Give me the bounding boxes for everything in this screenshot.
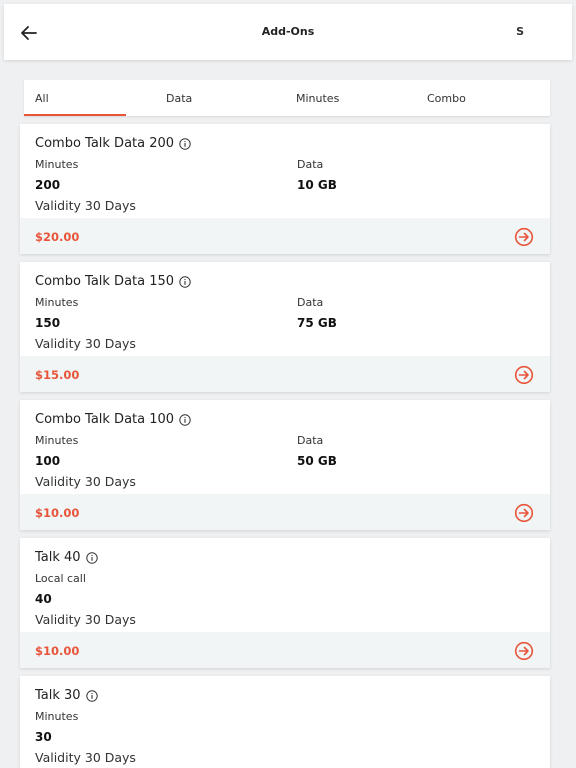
addon-title: Combo Talk Data 100: [35, 412, 191, 427]
info-icon[interactable]: [85, 689, 98, 702]
card-footer: $15.00: [20, 356, 550, 392]
tab-all[interactable]: All: [24, 80, 126, 116]
tab-label: Data: [166, 92, 193, 105]
minutes-value: 150: [35, 316, 61, 330]
addon-card[interactable]: Combo Talk Data 150 Minutes 150 Data 75 …: [20, 262, 550, 392]
validity-text: Validity 30 Days: [35, 612, 136, 627]
tab-label: Minutes: [296, 92, 340, 105]
addon-card[interactable]: Combo Talk Data 200 Minutes 200 Data 10 …: [20, 124, 550, 254]
validity-text: Validity 30 Days: [35, 474, 136, 489]
addon-title: Combo Talk Data 200: [35, 136, 191, 151]
filter-tabs: All Data Minutes Combo: [24, 80, 550, 116]
data-label: Data: [297, 296, 324, 309]
validity-text: Validity 30 Days: [35, 336, 136, 351]
addon-title-text: Talk 40: [35, 550, 81, 565]
validity-text: Validity 30 Days: [35, 198, 136, 213]
data-value: 50 GB: [297, 454, 337, 468]
addon-title-text: Combo Talk Data 150: [35, 274, 175, 289]
addon-title-text: Talk 30: [35, 688, 81, 703]
header-right-text[interactable]: S: [516, 25, 524, 38]
tab-label: Combo: [427, 92, 466, 105]
minutes-label: Minutes: [35, 434, 79, 447]
validity-text: Validity 30 Days: [35, 750, 136, 765]
minutes-label: Minutes: [35, 296, 79, 309]
tab-minutes[interactable]: Minutes: [284, 80, 394, 116]
data-value: 75 GB: [297, 316, 337, 330]
arrow-right-circle-icon[interactable]: [514, 503, 534, 523]
page-title: Add-Ons: [261, 25, 315, 38]
minutes-value: 200: [35, 178, 61, 192]
card-footer: $10.00: [20, 494, 550, 530]
addon-title: Combo Talk Data 150: [35, 274, 191, 289]
app-header: Add-Ons S: [4, 4, 572, 60]
addon-card[interactable]: Talk 30 Minutes 30 Validity 30 Days: [20, 676, 550, 768]
price: $10.00: [35, 506, 80, 520]
minutes-label: Minutes: [35, 158, 79, 171]
price: $20.00: [35, 230, 80, 244]
local-call-value: 40: [35, 592, 52, 606]
info-icon[interactable]: [85, 551, 98, 564]
minutes-value: 100: [35, 454, 61, 468]
minutes-value: 30: [35, 730, 52, 744]
tab-combo[interactable]: Combo: [414, 80, 524, 116]
info-icon[interactable]: [179, 137, 191, 150]
data-label: Data: [297, 158, 324, 171]
arrow-right-circle-icon[interactable]: [514, 365, 534, 385]
addon-title-text: Combo Talk Data 100: [35, 412, 175, 427]
info-icon[interactable]: [179, 413, 191, 426]
tab-data[interactable]: Data: [154, 80, 254, 116]
minutes-label: Minutes: [35, 710, 79, 723]
addon-title-text: Combo Talk Data 200: [35, 136, 175, 151]
addon-card[interactable]: Combo Talk Data 100 Minutes 100 Data 50 …: [20, 400, 550, 530]
info-icon[interactable]: [179, 275, 191, 288]
arrow-right-circle-icon[interactable]: [514, 227, 534, 247]
local-call-label: Local call: [35, 572, 86, 585]
card-footer: $10.00: [20, 632, 550, 668]
addon-title: Talk 40: [35, 550, 98, 565]
data-value: 10 GB: [297, 178, 337, 192]
price: $10.00: [35, 644, 80, 658]
arrow-right-circle-icon[interactable]: [514, 641, 534, 661]
data-label: Data: [297, 434, 324, 447]
card-footer: $20.00: [20, 218, 550, 254]
addon-card[interactable]: Talk 40 Local call 40 Validity 30 Days $…: [20, 538, 550, 668]
tab-label: All: [35, 92, 49, 105]
addon-title: Talk 30: [35, 688, 98, 703]
price: $15.00: [35, 368, 80, 382]
